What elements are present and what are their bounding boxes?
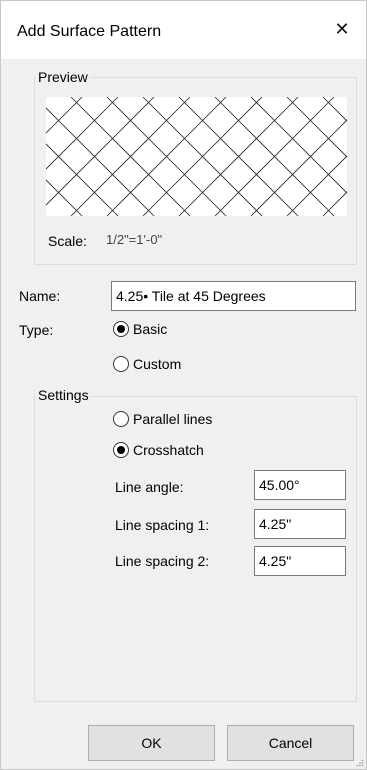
close-icon: ✕ xyxy=(334,18,350,39)
hatch-line xyxy=(46,143,119,216)
hatch-line xyxy=(46,97,119,170)
dialog-title: Add Surface Pattern xyxy=(17,23,162,40)
title-bar: Add Surface Pattern ✕ xyxy=(1,1,366,59)
hatch-line xyxy=(250,119,347,216)
line-spacing-1-input[interactable]: 4.25" xyxy=(254,509,346,539)
line-spacing-2-label: Line spacing 2: xyxy=(115,553,210,569)
scale-value: 1/2"=1'-0" xyxy=(106,232,163,247)
crosshatch-radio[interactable]: Crosshatch xyxy=(113,442,204,458)
scale-label: Scale: xyxy=(48,233,87,249)
preview-group-label: Preview xyxy=(36,69,90,85)
parallel-lines-radio[interactable]: Parallel lines xyxy=(113,411,212,427)
parallel-lines-label: Parallel lines xyxy=(133,411,213,427)
radio-checked-icon xyxy=(113,321,129,337)
radio-unchecked-icon xyxy=(113,356,129,372)
ok-button[interactable]: OK xyxy=(88,725,215,761)
hatch-line xyxy=(322,97,347,122)
pattern-preview xyxy=(46,97,347,216)
type-label: Type: xyxy=(19,322,54,338)
radio-unchecked-icon xyxy=(113,411,129,427)
name-input[interactable]: 4.25• Tile at 45 Degrees xyxy=(111,281,356,311)
line-angle-input[interactable]: 45.00° xyxy=(254,470,346,500)
radio-checked-icon xyxy=(113,442,129,458)
close-button[interactable]: ✕ xyxy=(328,15,356,43)
line-angle-label: Line angle: xyxy=(115,479,184,495)
type-basic-radio[interactable]: Basic xyxy=(113,321,167,337)
add-surface-pattern-dialog: Add Surface Pattern ✕ Preview Scale: 1/2… xyxy=(0,0,367,770)
hatch-line xyxy=(286,155,347,216)
line-spacing-2-input[interactable]: 4.25" xyxy=(254,546,346,576)
type-basic-label: Basic xyxy=(133,321,168,337)
crosshatch-label: Crosshatch xyxy=(133,442,204,458)
hatch-line xyxy=(322,191,347,216)
resize-grip-icon[interactable] xyxy=(356,759,364,767)
line-spacing-1-label: Line spacing 1: xyxy=(115,517,210,533)
cancel-button[interactable]: Cancel xyxy=(227,725,354,761)
hatch-line xyxy=(286,97,347,158)
type-custom-radio[interactable]: Custom xyxy=(113,356,181,372)
hatch-line xyxy=(250,97,347,194)
crosshatch-preview-image xyxy=(46,97,347,216)
name-label: Name: xyxy=(19,288,61,304)
type-custom-label: Custom xyxy=(133,356,182,372)
settings-group-label: Settings xyxy=(36,387,91,403)
